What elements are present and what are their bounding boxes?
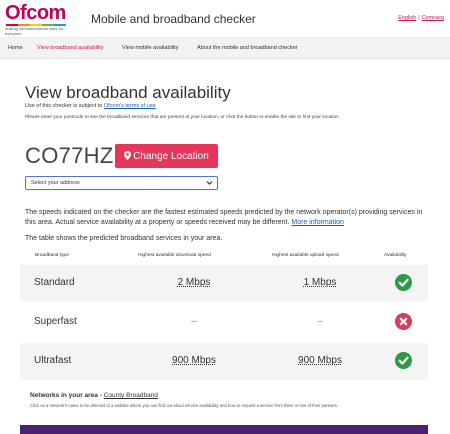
- row-type: Standard: [34, 277, 75, 288]
- col-head-upload: Highest available upload speed: [272, 253, 339, 258]
- row-type: Ultrafast: [34, 355, 72, 366]
- nav-about[interactable]: About the mobile and broadband checker: [197, 45, 298, 51]
- upload-speed: 1 Mbps: [303, 277, 337, 288]
- speeds-disclaimer: The speeds indicated on the checker are …: [25, 208, 425, 228]
- more-information-link[interactable]: More information: [291, 219, 344, 226]
- app-title: Mobile and broadband checker: [91, 12, 256, 26]
- networks-note: Click on a network's name to be directed…: [30, 403, 339, 408]
- header: Ofcom making communications work for eve…: [0, 0, 450, 38]
- table-row: Superfast – –: [20, 304, 428, 341]
- nav-home[interactable]: Home: [8, 45, 23, 51]
- change-location-button[interactable]: Change Location: [115, 144, 218, 168]
- network-link-county-broadband[interactable]: County Broadband: [104, 392, 158, 399]
- instructions: Please enter your postcode to see the br…: [25, 115, 339, 120]
- chevron-down-icon: [206, 178, 213, 190]
- terms-notice: Use of this checker is subject to Ofcom'…: [25, 103, 156, 109]
- col-head-availability: Availability: [384, 253, 407, 258]
- table-row: Ultrafast 900 Mbps 900 Mbps: [20, 343, 428, 380]
- main-content: View broadband availability Use of this …: [10, 66, 440, 434]
- ofcom-logo[interactable]: Ofcom making communications work for eve…: [5, 3, 87, 35]
- row-download: 900 Mbps: [129, 355, 259, 366]
- col-head-download: Highest available download speed: [138, 253, 211, 258]
- check-circle-icon: [395, 274, 412, 291]
- postcode-display: CO77HZ: [25, 143, 114, 168]
- upload-speed: 900 Mbps: [298, 355, 342, 366]
- download-speed: 900 Mbps: [172, 355, 216, 366]
- english-link[interactable]: English: [398, 15, 416, 21]
- main-nav: Home View broadband availability View mo…: [0, 38, 450, 59]
- language-switcher: English | Cymraeg: [398, 15, 444, 21]
- table-row: Standard 2 Mbps 1 Mbps: [20, 265, 428, 302]
- col-head-type: Broadband type: [35, 253, 69, 258]
- table-intro: The table shows the predicted broadband …: [25, 235, 223, 242]
- nav-mobile[interactable]: View mobile availability: [122, 45, 178, 51]
- address-select[interactable]: Select your address: [25, 176, 218, 190]
- row-upload: –: [317, 316, 323, 327]
- logo-wordmark: Ofcom: [5, 2, 66, 24]
- terms-link[interactable]: Ofcom's terms of use: [104, 103, 156, 109]
- map-pin-icon: [124, 144, 132, 168]
- row-upload: 900 Mbps: [255, 355, 385, 366]
- networks-label: Networks in your area: [30, 392, 98, 399]
- speeds-note-text: The speeds indicated on the checker are …: [25, 209, 423, 226]
- row-download: –: [191, 316, 197, 327]
- download-speed: 2 Mbps: [177, 277, 211, 288]
- row-type: Superfast: [34, 316, 77, 327]
- check-circle-icon: [395, 352, 412, 369]
- x-circle-icon: [395, 313, 412, 330]
- row-download: 2 Mbps: [129, 277, 259, 288]
- lang-separator: |: [418, 15, 420, 21]
- nav-broadband[interactable]: View broadband availability: [37, 45, 104, 51]
- address-select-value: Select your address: [31, 180, 80, 186]
- row-upload: 1 Mbps: [255, 277, 385, 288]
- logo-tagline: making communications work for everyone: [5, 26, 64, 36]
- footer-band: [20, 425, 428, 434]
- welsh-link[interactable]: Cymraeg: [422, 15, 444, 21]
- networks-heading: Networks in your area - County Broadband: [30, 392, 158, 399]
- terms-prefix: Use of this checker is subject to: [25, 103, 104, 109]
- page-title: View broadband availability: [25, 83, 231, 102]
- change-location-label: Change Location: [133, 151, 209, 162]
